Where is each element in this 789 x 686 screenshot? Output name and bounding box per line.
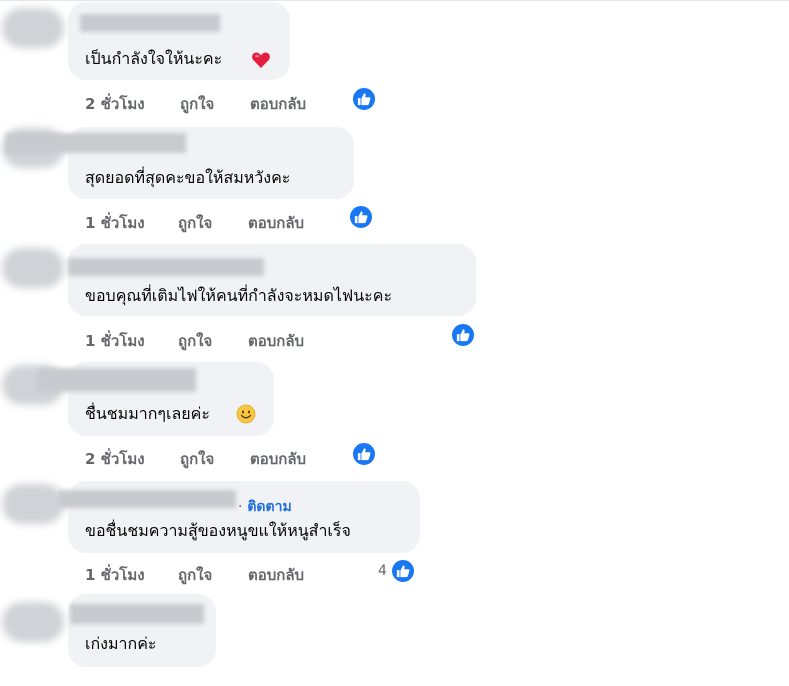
- reply-button[interactable]: ตอบกลับ: [248, 563, 304, 587]
- avatar[interactable]: [2, 8, 64, 48]
- comment-text: เป็นกำลังใจให้นะคะ: [85, 49, 223, 68]
- like-button[interactable]: ถูกใจ: [178, 563, 212, 587]
- like-reaction-icon[interactable]: [450, 322, 476, 348]
- commenter-name[interactable]: [80, 14, 220, 32]
- heart-emoji: [252, 52, 270, 68]
- commenter-name[interactable]: [68, 258, 264, 276]
- like-reaction-icon[interactable]: [351, 86, 377, 112]
- reply-button[interactable]: ตอบกลับ: [248, 329, 304, 353]
- top-divider: [0, 0, 789, 1]
- comment-text: ขอชื่นชมความสู้ของหนูขแให้หนูสำเร็จ: [85, 521, 351, 540]
- follow-label: ติดตาม: [247, 499, 292, 515]
- like-reaction-icon[interactable]: [348, 204, 374, 230]
- commenter-name[interactable]: [38, 368, 196, 392]
- comment-time[interactable]: 1 ชั่วโมง: [85, 563, 145, 587]
- comment-text: สุดยอดที่สุดคะขอให้สมหวังคะ: [85, 168, 291, 187]
- avatar[interactable]: [2, 248, 64, 288]
- avatar[interactable]: [2, 484, 64, 524]
- smile-emoji: [236, 404, 256, 424]
- reaction-count[interactable]: 4: [378, 563, 387, 579]
- reply-button[interactable]: ตอบกลับ: [250, 92, 306, 116]
- like-reaction-icon[interactable]: [390, 558, 416, 584]
- commenter-name[interactable]: [6, 133, 186, 153]
- like-button[interactable]: ถูกใจ: [180, 447, 214, 471]
- like-button[interactable]: ถูกใจ: [178, 329, 212, 353]
- comment-time[interactable]: 2 ชั่วโมง: [85, 447, 145, 471]
- commenter-name[interactable]: [58, 490, 236, 508]
- follow-button[interactable]: · ติดตาม: [238, 496, 292, 518]
- comment-time[interactable]: 1 ชั่วโมง: [85, 211, 145, 235]
- comment-time[interactable]: 2 ชั่วโมง: [85, 92, 145, 116]
- reply-button[interactable]: ตอบกลับ: [248, 211, 304, 235]
- avatar[interactable]: [2, 602, 64, 642]
- reply-button[interactable]: ตอบกลับ: [250, 447, 306, 471]
- commenter-name[interactable]: [70, 604, 204, 624]
- like-reaction-icon[interactable]: [351, 441, 377, 467]
- like-button[interactable]: ถูกใจ: [178, 211, 212, 235]
- like-button[interactable]: ถูกใจ: [180, 92, 214, 116]
- comment-text: เก่งมากค่ะ: [85, 634, 157, 653]
- comment-time[interactable]: 1 ชั่วโมง: [85, 329, 145, 353]
- comment-text: ชื่นชมมากๆเลยค่ะ: [85, 404, 210, 423]
- comment-text: ขอบคุณที่เติมไฟให้คนที่กำลังจะหมดไฟนะคะ: [85, 286, 393, 305]
